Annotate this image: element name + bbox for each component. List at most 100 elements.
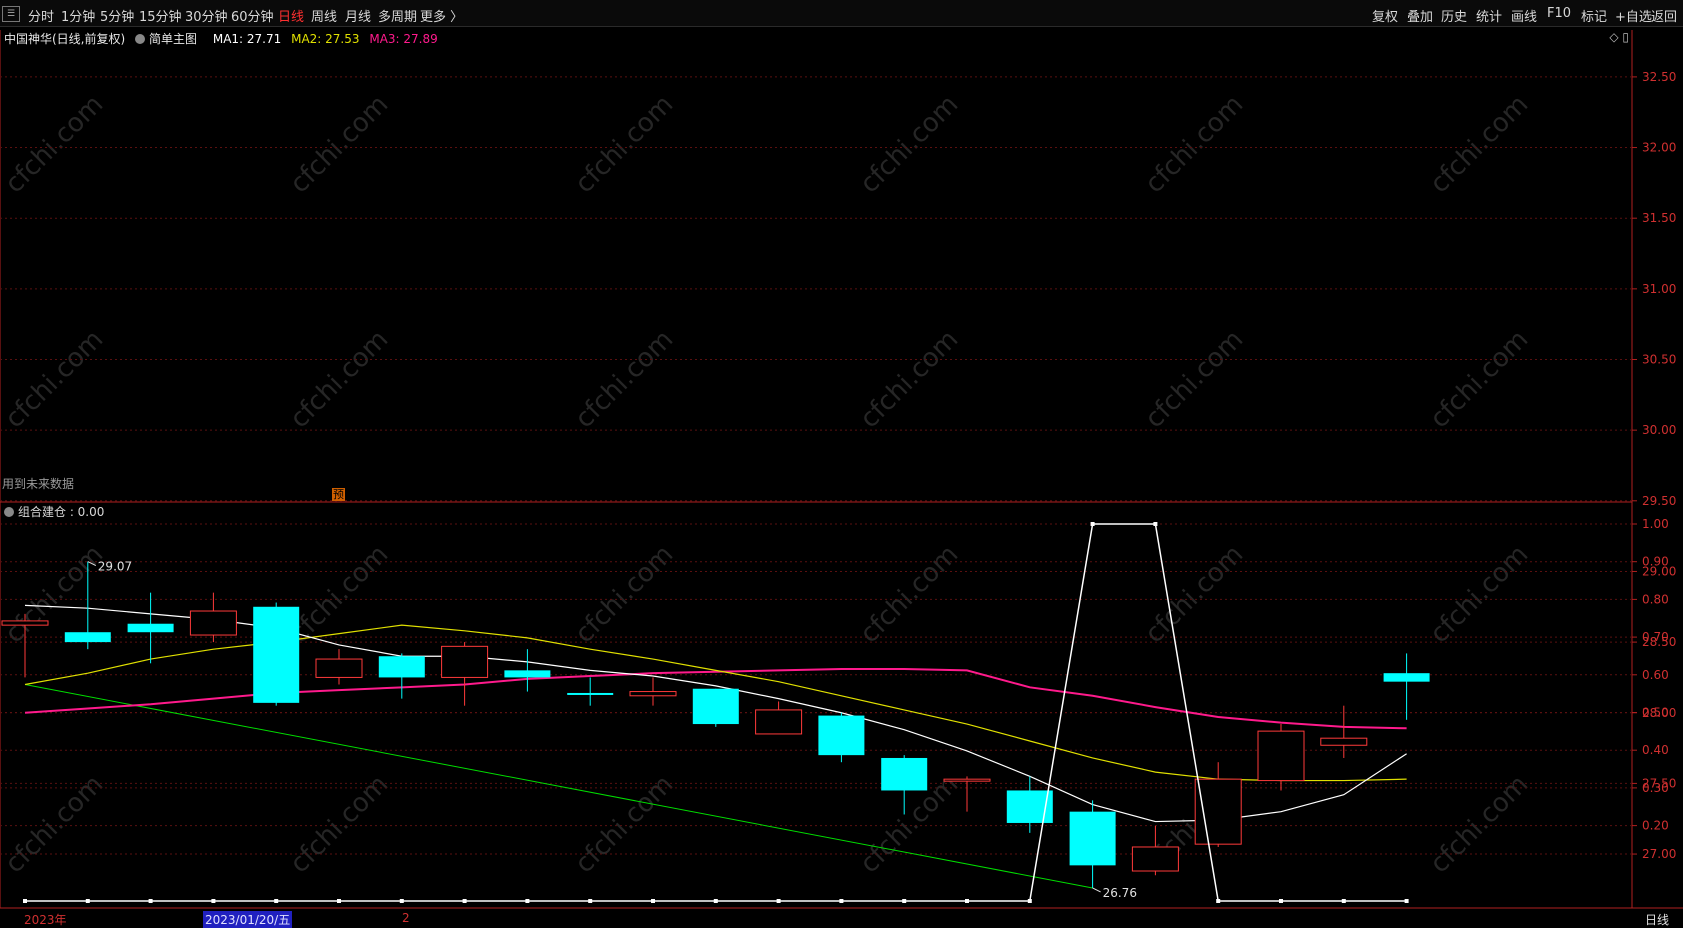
date-axis: 2023年 2023/01/20/五 2 日线 [0,910,1683,928]
watermark-text: cfchi.com [1139,539,1249,649]
watermark-text: cfchi.com [1424,539,1534,649]
signal-tick-label: 0.40 [1642,743,1669,757]
signal-point [1279,899,1283,903]
signal-tick-label: 1.00 [1642,517,1669,531]
signal-point [462,899,467,903]
signal-tick-label: 0.30 [1642,781,1669,795]
low-price-label: 26.76 [1103,886,1137,900]
future-data-note: 用到未来数据 [2,477,75,491]
indicator-title[interactable]: 组合建仓 : 0.00 [18,505,104,519]
watermark-text: cfchi.com [854,324,964,434]
ma1-label: MA1: 27.71 [212,32,282,46]
candle-body-up [943,778,991,782]
signal-point [337,899,341,903]
signal-point [588,899,593,903]
signal-point [23,899,27,903]
template-selector[interactable]: 简单主图 [135,32,203,46]
candle-body-up [1,620,49,626]
watermark-text: cfchi.com [284,769,394,879]
price-tick-label: 31.50 [1642,211,1676,225]
signal-tick-label: 0.50 [1642,706,1669,720]
signal-point [651,899,655,903]
cursor-date-label: 2023/01/20/五 [203,911,293,928]
signal-point [85,899,90,903]
signal-tick-label: 0.80 [1642,592,1669,606]
signal-point [1216,899,1221,903]
period-label: 日线 [1644,913,1669,927]
watermark-text: cfchi.com [854,539,964,649]
kline-chart: cfchi.com cfchi.com cfchi.com cfchi.com cfch… [0,30,1683,909]
signal-point [274,899,279,903]
candle-body-up [1320,737,1368,746]
signal-point [965,899,969,903]
signal-point [1027,899,1032,903]
candle-body-up [755,709,803,735]
candlestick-layer [1,561,1430,888]
preview-mark[interactable]: 预 [332,488,345,501]
date-marker: 2 [402,911,410,925]
signal-point [1404,899,1409,903]
watermark-text: cfchi.com [854,89,964,199]
signal-point [211,899,216,903]
dropdown-icon[interactable] [4,507,14,517]
main-chart-header: 中国神华(日线,前复权) 简单主图 MA1: 27.71 MA2: 27.53 … [4,30,444,47]
watermark-text: cfchi.com [569,89,679,199]
signal-point [902,899,907,903]
template-label: 简单主图 [149,32,198,46]
signal-point [148,899,153,903]
watermark-text: cfchi.com [569,769,679,879]
watermark-text: cfchi.com [1424,769,1534,879]
candle-body-down [378,656,425,678]
signal-tick-label: 0.90 [1642,555,1669,569]
signal-point [1153,522,1158,526]
candle-body-down [881,757,928,791]
signal-tick-label: 0.70 [1642,630,1669,644]
signal-point [1090,522,1095,526]
watermark-text: cfchi.com [569,324,679,434]
candle-body-up [1194,778,1242,845]
candle-body-down [1383,673,1430,682]
price-tick-label: 30.00 [1642,423,1676,437]
price-tick-label: 32.50 [1642,70,1676,84]
price-tick-label: 27.00 [1642,847,1676,861]
candle-body-up [441,645,489,678]
high-price-label: 29.07 [98,560,132,574]
signal-tick-label: 0.60 [1642,668,1669,682]
watermark-text: cfchi.com [0,324,109,434]
watermark-text: cfchi.com [284,539,394,649]
signal-point [776,899,781,903]
watermark-text: cfchi.com [0,769,109,879]
candle-body-up [315,658,363,678]
candle-body-down [1069,811,1116,866]
price-tick-label: 29.50 [1642,494,1676,508]
watermark-text: cfchi.com [1424,89,1534,199]
price-axis: 32.5032.0031.5031.0030.5030.0029.5029.00… [1632,70,1676,861]
price-tick-label: 31.00 [1642,282,1676,296]
watermark-text: cfchi.com [1139,89,1249,199]
ma3-label: MA3: 27.89 [369,32,438,46]
chart-toggle-icons[interactable]: ◇ ▯ [1609,30,1629,44]
watermark-text: cfchi.com [0,89,109,199]
watermark-text: cfchi.com [284,89,394,199]
signal-point [839,899,844,903]
price-tick-label: 32.00 [1642,141,1676,155]
candle-body-up [629,691,677,697]
watermark-text: cfchi.com [1139,324,1249,434]
signal-point [713,899,718,903]
candle-body-down [64,632,111,643]
watermark-text: cfchi.com [284,324,394,434]
candle-body-down [818,715,865,756]
watermark-text: cfchi.com [1424,324,1534,434]
watermark-text: cfchi.com [569,539,679,649]
candle-body-down [127,623,174,633]
signal-tick-label: 0.20 [1642,819,1669,833]
stock-title[interactable]: 中国神华(日线,前复权) [4,32,125,46]
signal-point [1341,899,1346,903]
signal-point [399,899,404,903]
year-label: 2023年 [24,913,67,927]
candle-body-down [567,692,614,695]
candle-body-down [692,688,739,725]
signal-point [525,899,530,903]
candle-body-down [253,606,300,703]
candle-body-up [1131,846,1179,872]
